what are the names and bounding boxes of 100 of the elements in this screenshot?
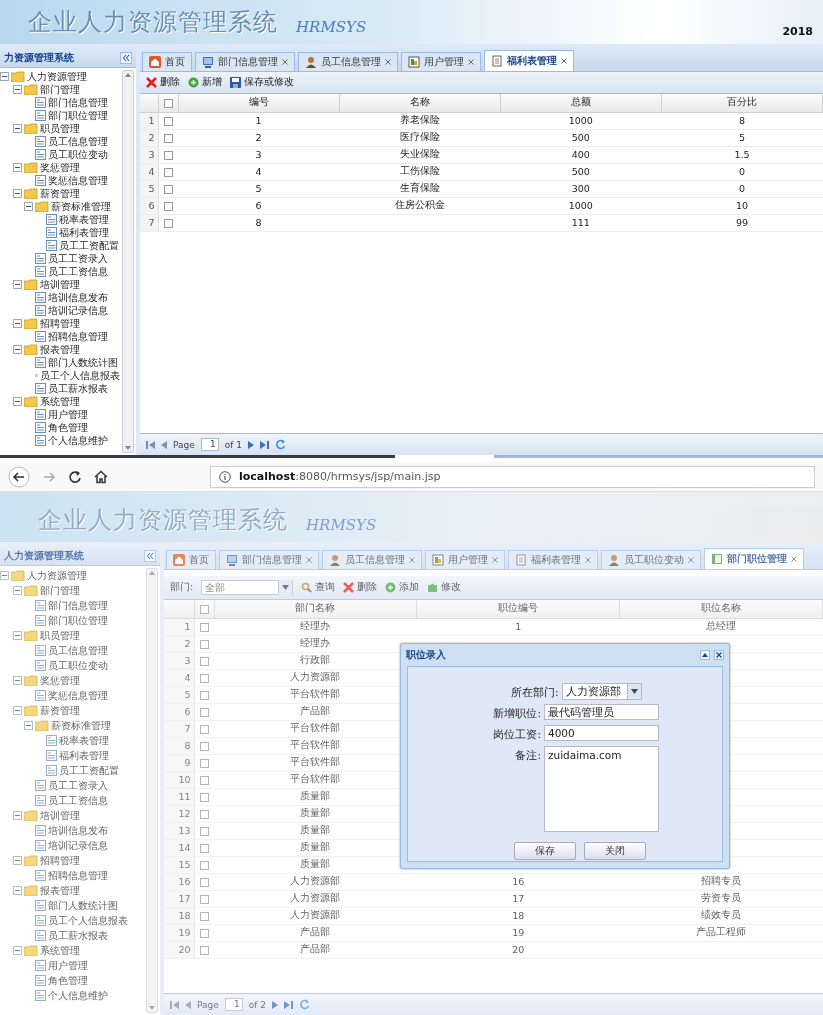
page-field[interactable]: 1 <box>200 438 219 451</box>
column-header[interactable]: 职位名称 <box>619 600 823 618</box>
row-checkbox[interactable] <box>199 793 209 802</box>
tab[interactable]: 部门信息管理 <box>195 52 295 71</box>
tree-item[interactable]: 部门职位管理 <box>48 613 108 628</box>
tab[interactable]: 员工信息管理 <box>298 52 398 71</box>
tree-item[interactable]: 员工信息管理 <box>48 134 108 149</box>
next-page-icon[interactable] <box>272 1000 279 1009</box>
first-page-icon[interactable] <box>146 440 155 449</box>
tree-item[interactable]: 薪资标准管理 <box>51 718 111 733</box>
tree-item[interactable]: 奖惩管理 <box>40 160 80 175</box>
tree-item[interactable]: 人力资源管理 <box>27 69 87 84</box>
input-field[interactable]: 4000 <box>544 725 659 741</box>
previous-page-icon[interactable] <box>161 440 167 449</box>
tree-item[interactable]: 培训管理 <box>40 808 80 823</box>
tree-item[interactable]: 税率表管理 <box>59 733 109 748</box>
tree-item[interactable]: 招聘管理 <box>40 853 80 868</box>
tree-item[interactable]: 用户管理 <box>48 407 88 422</box>
tree-item[interactable]: 员工工资信息 <box>48 793 108 808</box>
select-all-checkbox[interactable] <box>199 605 209 615</box>
tree-item[interactable]: 员工职位变动 <box>48 658 108 673</box>
collapse-icon[interactable] <box>13 706 22 715</box>
reload-icon[interactable] <box>68 469 82 484</box>
tree-item[interactable]: 薪资标准管理 <box>51 199 111 214</box>
refresh-icon[interactable] <box>275 439 287 450</box>
tree-item[interactable]: 培训信息发布 <box>48 290 108 305</box>
scrollbar[interactable] <box>146 568 158 1013</box>
tree-item[interactable]: 奖惩信息管理 <box>48 688 108 703</box>
tree-item[interactable]: 员工薪水报表 <box>48 928 108 943</box>
tree-item[interactable]: 税率表管理 <box>59 212 109 227</box>
tree-item[interactable]: 薪资管理 <box>40 186 80 201</box>
tab[interactable]: 首页 <box>142 52 192 71</box>
row-checkbox[interactable] <box>199 895 209 904</box>
toolbar-button[interactable]: 删除 <box>146 76 180 89</box>
dialog-button[interactable]: 关闭 <box>584 842 646 860</box>
back-icon[interactable] <box>8 465 30 488</box>
tab[interactable]: 员工信息管理 <box>322 550 422 569</box>
column-header[interactable]: 职位编号 <box>416 600 620 618</box>
tree-item[interactable]: 职员管理 <box>40 121 80 136</box>
column-header[interactable]: 名称 <box>339 94 501 112</box>
tree-item[interactable]: 职员管理 <box>40 628 80 643</box>
tab[interactable]: 部门信息管理 <box>219 550 319 569</box>
row-checkbox[interactable] <box>199 844 209 853</box>
last-page-icon[interactable] <box>260 440 270 449</box>
collapse-panel-icon[interactable] <box>144 549 156 562</box>
tree-item[interactable]: 奖惩信息管理 <box>48 173 108 188</box>
row-checkbox[interactable] <box>163 185 173 194</box>
tree-item[interactable]: 福利表管理 <box>59 225 109 240</box>
collapse-icon[interactable] <box>0 72 9 81</box>
row-checkbox[interactable] <box>199 810 209 819</box>
department-select[interactable]: 人力资源部 <box>561 683 642 700</box>
toolbar-button[interactable]: 新增 <box>188 76 222 89</box>
collapse-icon[interactable] <box>13 85 22 94</box>
input-field[interactable]: 最代码管理员 <box>544 704 659 720</box>
toolbar-button[interactable]: 查询 <box>301 581 336 594</box>
close-icon[interactable] <box>385 59 391 65</box>
column-header[interactable]: 百分比 <box>661 94 823 112</box>
row-checkbox[interactable] <box>163 202 173 211</box>
row-checkbox[interactable] <box>199 725 209 734</box>
collapse-icon[interactable] <box>0 571 9 580</box>
dialog-button[interactable]: 保存 <box>514 842 576 860</box>
tree-item[interactable]: 部门人数统计图 <box>48 898 118 913</box>
tab[interactable]: 福利表管理 <box>508 550 598 569</box>
tree-item[interactable]: 系统管理 <box>40 394 80 409</box>
tree-item[interactable]: 培训记录信息 <box>48 303 108 318</box>
collapse-icon[interactable] <box>13 856 22 865</box>
page-field[interactable]: 1 <box>224 998 243 1011</box>
refresh-icon[interactable] <box>299 999 311 1010</box>
tree-item[interactable]: 部门职位管理 <box>48 108 108 123</box>
tree-item[interactable]: 员工工资录入 <box>48 778 108 793</box>
tree-item[interactable]: 员工工资录入 <box>48 251 108 266</box>
tree-item[interactable]: 员工个人信息报表 <box>40 368 120 383</box>
first-page-icon[interactable] <box>170 1000 179 1009</box>
tree-item[interactable]: 员工信息管理 <box>48 643 108 658</box>
tree-item[interactable]: 角色管理 <box>48 973 88 988</box>
row-checkbox[interactable] <box>199 640 209 649</box>
row-checkbox[interactable] <box>199 708 209 717</box>
tree-item[interactable]: 员工个人信息报表 <box>48 913 128 928</box>
collapse-icon[interactable] <box>13 345 22 354</box>
collapse-icon[interactable] <box>13 189 22 198</box>
address-bar[interactable]: localhost:8080/hrmsys/jsp/main.jsp <box>210 465 815 488</box>
tree-item[interactable]: 个人信息维护 <box>48 433 108 448</box>
collapse-icon[interactable] <box>13 124 22 133</box>
row-checkbox[interactable] <box>199 742 209 751</box>
row-checkbox[interactable] <box>199 776 209 785</box>
toolbar-button[interactable]: 保存或修改 <box>230 76 294 89</box>
row-checkbox[interactable] <box>199 929 209 938</box>
row-checkbox[interactable] <box>199 691 209 700</box>
tree-item[interactable]: 个人信息维护 <box>48 988 108 1003</box>
row-checkbox[interactable] <box>163 151 173 160</box>
collapse-icon[interactable] <box>13 586 22 595</box>
tree-item[interactable]: 部门管理 <box>40 583 80 598</box>
tab[interactable]: 福利表管理 <box>484 50 574 71</box>
tab[interactable]: 部门职位管理 <box>704 548 804 569</box>
collapse-icon[interactable] <box>13 163 22 172</box>
collapse-icon[interactable] <box>13 319 22 328</box>
tree-item[interactable]: 系统管理 <box>40 943 80 958</box>
next-page-icon[interactable] <box>248 440 255 449</box>
close-icon[interactable] <box>561 58 567 64</box>
collapse-icon[interactable] <box>24 721 33 730</box>
